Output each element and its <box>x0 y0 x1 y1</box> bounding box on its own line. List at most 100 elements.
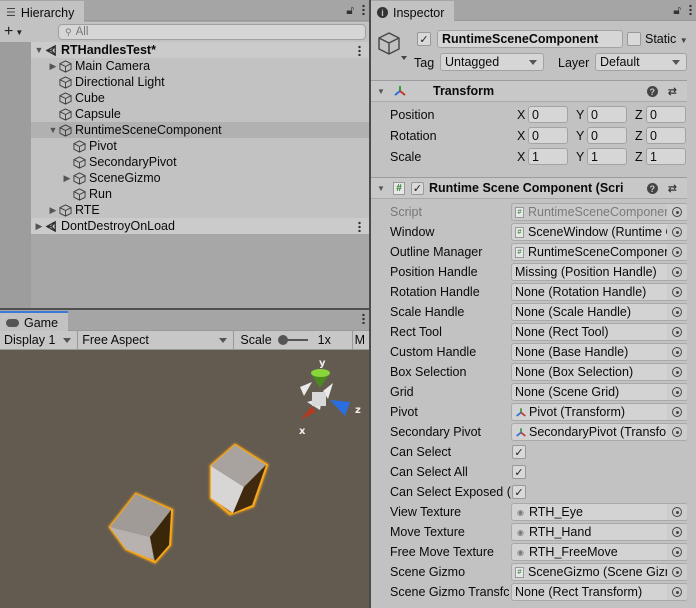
more-options-icon[interactable] <box>689 4 692 15</box>
lock-icon[interactable]: 🔓︎ <box>673 3 681 18</box>
help-icon[interactable]: ? <box>646 183 658 194</box>
gizmo-neg-x[interactable] <box>300 382 312 396</box>
foldout-collapsed-icon[interactable]: ▶ <box>33 221 45 232</box>
foldout-collapsed-icon[interactable]: ▶ <box>47 61 59 72</box>
object-field[interactable]: # SceneWindow (Runtime C <box>511 223 688 241</box>
foldout-expanded-icon[interactable]: ▼ <box>33 45 45 55</box>
property-checkbox[interactable]: ✓ <box>512 485 526 499</box>
tab-hierarchy[interactable]: ☰ Hierarchy <box>0 1 85 22</box>
rotation-z-input[interactable]: 0 <box>646 127 686 144</box>
scale-x-input[interactable]: 1 <box>528 148 568 165</box>
more-options-icon[interactable] <box>362 313 365 324</box>
property-checkbox[interactable]: ✓ <box>512 465 526 479</box>
axis-label-z[interactable]: Z <box>635 129 643 143</box>
axis-label-y[interactable]: Y <box>576 129 584 143</box>
object-field[interactable]: None (Rect Tool) <box>511 323 688 341</box>
runtime-scene-component-header[interactable]: ▼ # ✓ Runtime Scene Component (Scrip ? ⇄ <box>371 177 696 199</box>
display-dropdown[interactable]: Display 1 <box>0 330 79 350</box>
hierarchy-item[interactable]: Cube <box>31 90 369 106</box>
object-field[interactable]: None (Rect Transform) <box>511 583 688 601</box>
object-field[interactable]: Pivot (Transform) <box>511 403 688 421</box>
axis-label-x[interactable]: X <box>517 108 525 122</box>
object-picker-icon[interactable] <box>667 284 687 300</box>
rotation-y-input[interactable]: 0 <box>587 127 627 144</box>
gizmo-center-cube[interactable] <box>312 392 326 406</box>
foldout-arrow-icon[interactable]: ▼ <box>377 184 391 193</box>
transform-header[interactable]: ▼ Transform ? ⇄ <box>371 80 696 102</box>
scale-z-input[interactable]: 1 <box>646 148 686 165</box>
scale-y-input[interactable]: 1 <box>587 148 627 165</box>
object-field[interactable]: None (Scale Handle) <box>511 303 688 321</box>
create-button[interactable]: + ▼ <box>0 23 30 41</box>
object-field[interactable]: None (Rotation Handle) <box>511 283 688 301</box>
object-picker-icon[interactable] <box>667 424 687 440</box>
object-field[interactable]: Missing (Position Handle) <box>511 263 688 281</box>
inspector-scrollbar[interactable] <box>687 21 696 608</box>
hierarchy-item[interactable]: ▶ SceneGizmo <box>31 170 369 186</box>
foldout-collapsed-icon[interactable]: ▶ <box>61 173 73 184</box>
foldout-collapsed-icon[interactable]: ▶ <box>47 205 59 216</box>
gizmo-z-axis[interactable] <box>330 400 350 416</box>
hierarchy-item[interactable]: Directional Light <box>31 74 369 90</box>
object-field[interactable]: ◉ RTH_Eye <box>511 503 688 521</box>
object-picker-icon[interactable] <box>667 544 687 560</box>
axis-label-x[interactable]: X <box>517 150 525 164</box>
tab-inspector[interactable]: i Inspector <box>371 1 455 22</box>
hierarchy-scene-row[interactable]: ▼ RTHandlesTest* <box>31 42 369 58</box>
object-picker-icon[interactable] <box>667 264 687 280</box>
hierarchy-item[interactable]: Capsule <box>31 106 369 122</box>
object-field[interactable]: # RuntimeSceneComponen <box>511 203 688 221</box>
scene-options-icon[interactable] <box>358 221 361 232</box>
object-picker-icon[interactable] <box>667 304 687 320</box>
position-y-input[interactable]: 0 <box>587 106 627 123</box>
object-picker-icon[interactable] <box>667 324 687 340</box>
hierarchy-item[interactable]: ▼ RuntimeSceneComponent <box>31 122 369 138</box>
maximize-toggle[interactable]: M <box>353 331 369 350</box>
object-picker-icon[interactable] <box>667 584 687 600</box>
search-input[interactable]: ⚲ All <box>58 24 366 40</box>
axis-label-x[interactable]: X <box>517 129 525 143</box>
object-field[interactable]: SecondaryPivot (Transfor <box>511 423 688 441</box>
axis-label-z[interactable]: Z <box>635 108 643 122</box>
object-picker-icon[interactable] <box>667 344 687 360</box>
hierarchy-scene-row[interactable]: ▶ DontDestroyOnLoad <box>31 218 369 234</box>
object-field[interactable]: None (Scene Grid) <box>511 383 688 401</box>
hierarchy-item[interactable]: SecondaryPivot <box>31 154 369 170</box>
object-picker-icon[interactable] <box>667 224 687 240</box>
gameobject-icon[interactable] <box>377 30 407 60</box>
tab-game[interactable]: Game <box>0 311 69 332</box>
more-options-icon[interactable] <box>362 4 365 15</box>
foldout-expanded-icon[interactable]: ▼ <box>47 125 59 135</box>
object-picker-icon[interactable] <box>667 384 687 400</box>
position-x-input[interactable]: 0 <box>528 106 568 123</box>
axis-label-z[interactable]: Z <box>635 150 643 164</box>
axis-label-y[interactable]: Y <box>576 150 584 164</box>
active-checkbox[interactable]: ✓ <box>417 32 431 46</box>
gizmo-x-axis[interactable] <box>300 406 316 420</box>
object-name-input[interactable]: RuntimeSceneComponent <box>437 30 623 48</box>
aspect-dropdown[interactable]: Free Aspect <box>78 330 235 350</box>
object-picker-icon[interactable] <box>667 524 687 540</box>
tag-dropdown[interactable]: Untagged <box>440 53 544 71</box>
object-field[interactable]: ◉ RTH_FreeMove <box>511 543 688 561</box>
object-picker-icon[interactable] <box>667 504 687 520</box>
layer-dropdown[interactable]: Default <box>595 53 687 71</box>
help-icon[interactable]: ? <box>646 86 658 97</box>
scene-options-icon[interactable] <box>358 45 361 56</box>
cube-object[interactable] <box>209 443 269 516</box>
static-dropdown[interactable]: Static ▼ <box>645 32 688 46</box>
object-picker-icon[interactable] <box>667 364 687 380</box>
object-field[interactable]: # RuntimeSceneComponen <box>511 243 688 261</box>
object-picker-icon[interactable] <box>667 204 687 220</box>
lock-icon[interactable]: 🔓︎ <box>346 3 354 18</box>
object-picker-icon[interactable] <box>667 564 687 580</box>
axis-label-y[interactable]: Y <box>576 108 584 122</box>
hierarchy-item[interactable]: ▶ RTE <box>31 202 369 218</box>
property-checkbox[interactable]: ✓ <box>512 445 526 459</box>
object-field[interactable]: ◉ RTH_Hand <box>511 523 688 541</box>
object-field[interactable]: # SceneGizmo (Scene Gizn <box>511 563 688 581</box>
object-picker-icon[interactable] <box>667 404 687 420</box>
hierarchy-item[interactable]: ▶ Main Camera <box>31 58 369 74</box>
hierarchy-item[interactable]: Pivot <box>31 138 369 154</box>
hierarchy-item[interactable]: Run <box>31 186 369 202</box>
